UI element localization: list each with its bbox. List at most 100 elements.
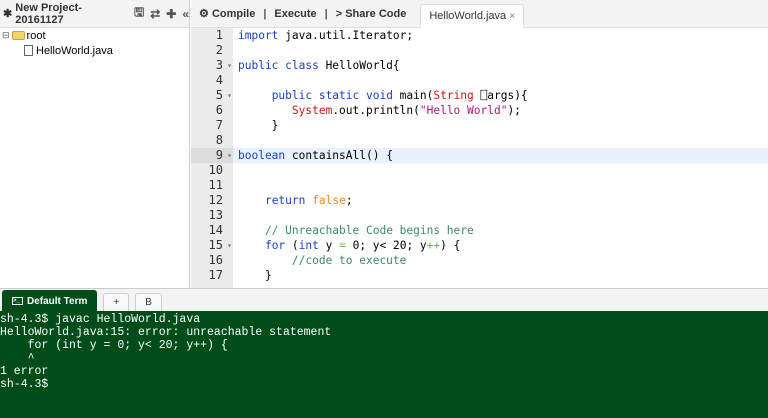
code-token: for <box>264 239 286 252</box>
share-code-button[interactable]: > Share Code <box>328 8 415 20</box>
code-token: } <box>238 119 279 132</box>
line-number: 17 <box>208 268 223 282</box>
code-line[interactable] <box>233 178 768 193</box>
code-line[interactable]: // Unreachable Code begins here <box>233 223 768 238</box>
line-number: 16 <box>208 253 223 267</box>
line-number: 14 <box>208 223 223 237</box>
code-token: //code to execute <box>291 254 407 267</box>
file-icon <box>24 45 33 56</box>
code-token: String <box>433 89 474 102</box>
code-editor[interactable]: 1234567891011121314151617 import java.ut… <box>191 28 768 288</box>
code-line[interactable]: //code to execute <box>233 253 768 268</box>
code-token: .out.println( <box>332 104 420 117</box>
refresh-icon[interactable]: ⇄ <box>150 7 160 21</box>
code-line[interactable]: } <box>233 118 768 133</box>
code-token: = <box>339 239 346 252</box>
tab-b[interactable]: B <box>135 293 162 311</box>
code-token: ( <box>285 239 299 252</box>
line-number: 13 <box>208 208 223 222</box>
line-number: 10 <box>208 163 223 177</box>
code-token: 0; y< 20; y <box>345 239 427 252</box>
code-token: System <box>291 104 333 117</box>
line-number: 7 <box>215 118 223 132</box>
collapse-icon[interactable]: « <box>182 7 189 21</box>
line-number: 15 <box>191 238 233 253</box>
code-line[interactable] <box>233 163 768 178</box>
tab-default-term[interactable]: >_ Default Term <box>2 290 98 311</box>
line-gutter: 1234567891011121314151617 <box>191 28 233 288</box>
code-token: // Unreachable Code begins here <box>264 224 474 237</box>
line-number: 8 <box>215 133 223 147</box>
folder-icon <box>11 31 25 40</box>
terminal-line: ^ <box>0 352 35 365</box>
line-number: 11 <box>208 178 223 192</box>
code-token: ); <box>507 104 521 117</box>
tree-file[interactable]: HelloWorld.java <box>2 43 189 58</box>
plus-icon[interactable]: ✚ <box>166 7 176 21</box>
tree-root[interactable]: ⊟ root <box>2 28 189 43</box>
terminal-icon: >_ <box>12 297 23 305</box>
code-line[interactable]: public class HelloWorld{ <box>233 58 768 73</box>
code-content[interactable]: import java.util.Iterator; public class H… <box>233 28 768 283</box>
save-icon[interactable]: 🖫 <box>134 3 144 24</box>
code-line[interactable]: import java.util.Iterator; <box>233 28 768 43</box>
code-token: "Hello World" <box>419 104 508 117</box>
code-token: java.util.Iterator; <box>278 29 414 42</box>
code-token: } <box>238 269 272 282</box>
code-line[interactable] <box>233 43 768 58</box>
code-token: main( <box>392 89 434 102</box>
tab-helloworld[interactable]: HelloWorld.java × <box>420 3 525 28</box>
code-token: ++ <box>426 239 441 252</box>
compile-button[interactable]: ⚙ Compile <box>191 7 263 20</box>
code-token: y <box>318 239 340 252</box>
code-token: public static void <box>271 89 393 102</box>
terminal-output[interactable]: sh-4.3$ javac HelloWorld.java HelloWorld.… <box>0 311 768 418</box>
close-icon[interactable]: × <box>509 11 515 22</box>
code-line[interactable]: for (int y = 0; y< 20; y++) { <box>233 238 768 253</box>
code-token: int <box>298 239 319 252</box>
terminal-line: for (int y = 0; y< 20; y++) { <box>0 339 228 352</box>
line-number: 4 <box>215 73 223 87</box>
line-number: 12 <box>208 193 223 207</box>
code-line[interactable] <box>233 73 768 88</box>
project-header: ✱ New Project-20161127 🖫 ⇄ ✚ « <box>0 0 189 28</box>
code-token: return <box>264 194 306 207</box>
terminal-line: 1 error <box>0 365 49 378</box>
execute-button[interactable]: Execute <box>266 8 324 20</box>
code-line[interactable]: public static void main(String ⎕args){ <box>233 88 768 103</box>
terminal-line: HelloWorld.java:15: error: unreachable s… <box>0 326 332 339</box>
line-number: 9 <box>191 148 233 163</box>
code-token: false <box>312 194 346 207</box>
code-token: ; <box>345 194 353 207</box>
terminal-tabs: >_ Default Term + B <box>0 288 768 311</box>
editor-area: ⚙ Compile | Execute | > Share Code Hello… <box>191 0 768 288</box>
code-line[interactable] <box>233 133 768 148</box>
line-number: 6 <box>215 103 223 117</box>
code-line[interactable]: System.out.println("Hello World"); <box>233 103 768 118</box>
code-token: ⎕args){ <box>473 89 528 102</box>
code-line[interactable]: } <box>233 268 768 283</box>
terminal-line: sh-4.3$ <box>0 378 49 391</box>
line-number: 2 <box>215 43 223 57</box>
line-number: 1 <box>215 28 223 42</box>
code-line[interactable]: return false; <box>233 193 768 208</box>
code-token: boolean <box>238 149 286 162</box>
code-token: import <box>238 29 279 42</box>
project-panel: ✱ New Project-20161127 🖫 ⇄ ✚ « ⊟ root Hel… <box>0 0 190 288</box>
code-token: containsAll() { <box>285 149 393 162</box>
toolbar: ⚙ Compile | Execute | > Share Code Hello… <box>191 0 768 28</box>
code-token: HelloWorld{ <box>318 59 400 72</box>
code-line[interactable] <box>233 208 768 223</box>
code-line[interactable]: boolean containsAll() { <box>233 148 768 163</box>
tab-add[interactable]: + <box>103 293 130 311</box>
gear-icon[interactable]: ✱ <box>3 7 12 20</box>
file-tree: ⊟ root HelloWorld.java <box>0 28 189 58</box>
terminal-line: sh-4.3$ javac HelloWorld.java <box>0 313 201 326</box>
code-token: public class <box>238 59 319 72</box>
